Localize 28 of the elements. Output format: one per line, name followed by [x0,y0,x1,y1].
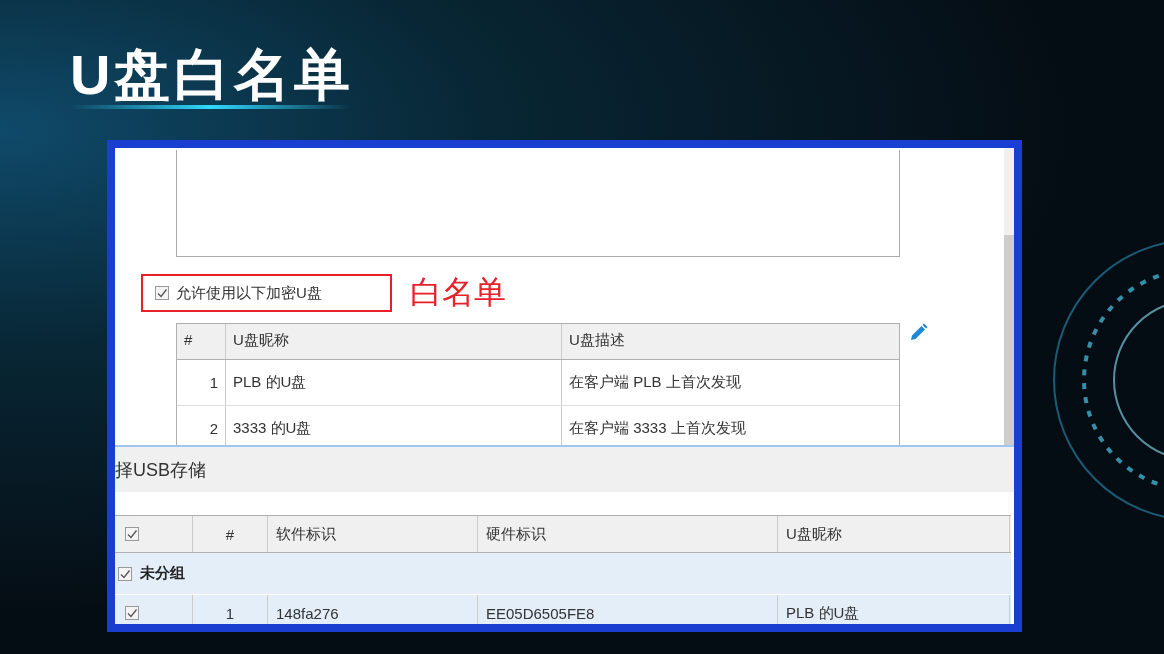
column-header[interactable]: # [177,324,226,359]
column-header[interactable]: U盘昵称 [778,516,1010,552]
column-header[interactable]: U盘描述 [562,324,899,359]
table-cell: 1 [177,360,226,405]
annotation-label: 白名单 [410,273,506,312]
group-checkbox[interactable] [118,566,132,581]
column-header[interactable]: U盘昵称 [226,324,562,359]
allow-checkbox[interactable]: 允许使用以下加密U盘 [155,283,322,303]
checkbox-icon[interactable] [155,286,169,300]
scrollbar[interactable] [1004,148,1014,445]
table-cell: PLB 的U盘 [778,595,1010,624]
table-cell: EE05D6505FE8 [478,595,778,624]
row-checkbox[interactable] [125,606,139,620]
group-name: 未分组 [140,564,185,583]
table-cell: 1 [193,595,268,624]
table-cell: PLB 的U盘 [226,360,562,405]
table-cell-text: 在客户端 3333 上首次发现 [568,418,747,438]
slide-title: U盘白名单 [70,46,355,104]
scrollbar-thumb[interactable] [1004,235,1014,445]
group-row[interactable]: 未分组 [115,553,1011,595]
table-cell-text: 在客户端 PLB 上首次发现 [568,372,742,392]
column-header[interactable]: # [193,516,268,552]
column-header[interactable]: 硬件标识 [478,516,778,552]
edit-icon[interactable] [908,323,928,343]
column-header[interactable]: 软件标识 [268,516,478,552]
select-all-checkbox[interactable] [125,527,139,541]
table-cell: 148fa276 [268,595,478,624]
section-title: 择USB存储 [115,458,206,482]
